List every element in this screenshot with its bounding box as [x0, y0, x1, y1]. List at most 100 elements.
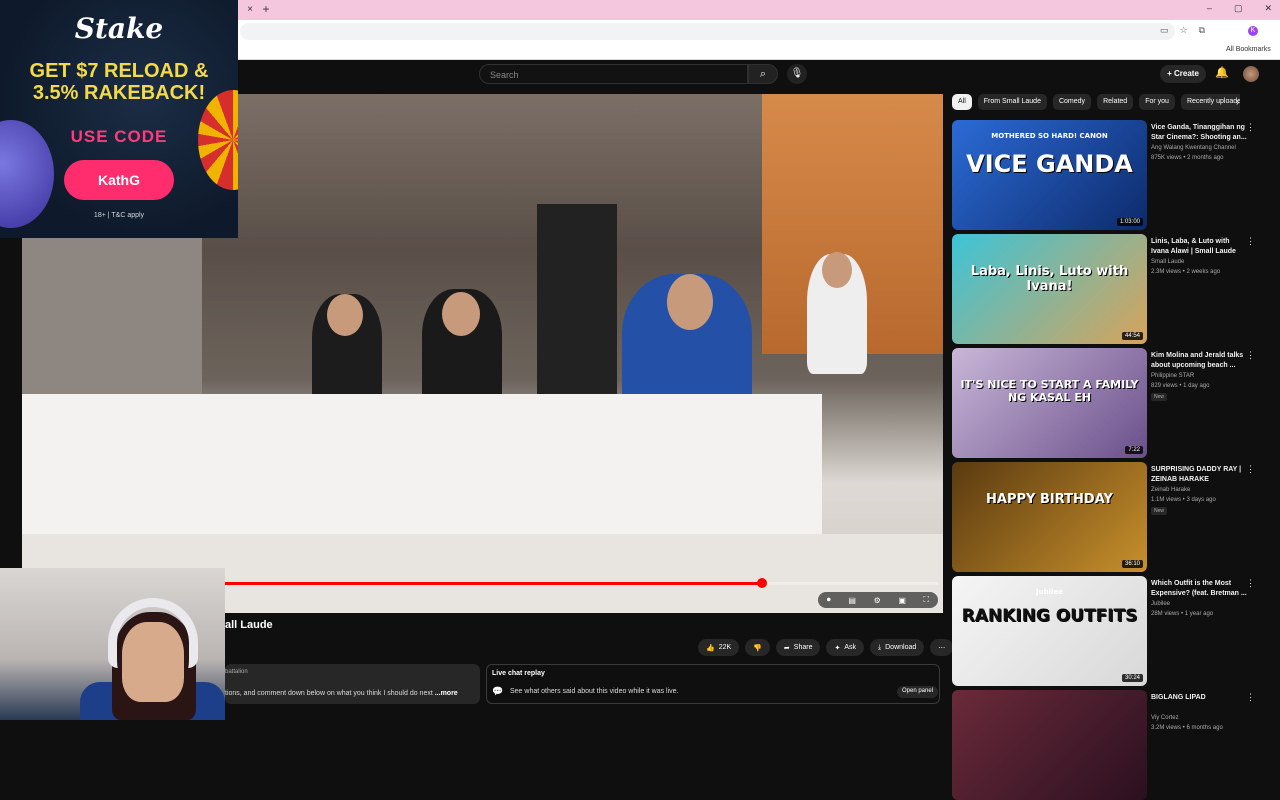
miniplayer-icon[interactable]: ▣: [898, 596, 906, 605]
description-text: tions, and comment down below on what yo…: [225, 690, 458, 697]
recommendation-title[interactable]: Which Outfit is the Most Expensive? (fea…: [1151, 579, 1249, 599]
recommendation-thumbnail[interactable]: HAPPY BIRTHDAY 36:10: [952, 462, 1147, 572]
more-horizontal-icon: ⋯: [938, 644, 946, 652]
ad-code-label: USE CODE: [70, 127, 168, 146]
recommendation-meta: 3.2M views • 6 months ago: [1151, 725, 1223, 731]
ad-headline: GET $7 RELOAD & 3.5% RAKEBACK!: [0, 60, 238, 104]
recommendation-meta: 2.3M views • 2 weeks ago: [1151, 269, 1221, 275]
progress-scrubber[interactable]: [757, 578, 767, 588]
dislike-button[interactable]: 👎: [745, 639, 770, 656]
subtitles-icon[interactable]: ▤: [848, 596, 856, 605]
recommendation-item[interactable]: HAPPY BIRTHDAY 36:10 SURPRISING DADDY RAY …: [952, 462, 1272, 572]
recommendation-title[interactable]: Linis, Laba, & Luto with Ivana Alawi | S…: [1151, 237, 1249, 257]
browser-profile-avatar[interactable]: K: [1248, 26, 1258, 36]
all-bookmarks-link[interactable]: All Bookmarks: [1226, 46, 1271, 53]
recommendation-item[interactable]: Laba, Linis, Luto with Ivana! 44:54 Linis,…: [952, 234, 1272, 344]
recommendation-channel[interactable]: Philippine STAR: [1151, 373, 1194, 379]
video-person-head: [327, 294, 363, 336]
recommendation-thumbnail[interactable]: Laba, Linis, Luto with Ivana! 44:54: [952, 234, 1147, 344]
player-controls: ⏺ ▤ ⚙ ▣ ⛶: [818, 592, 938, 608]
more-vertical-icon[interactable]: ⋮: [1246, 578, 1255, 589]
ask-button[interactable]: ✦ Ask: [826, 639, 865, 656]
filter-chip[interactable]: Comedy: [1052, 94, 1092, 110]
more-vertical-icon[interactable]: ⋮: [1246, 122, 1255, 133]
ad-code-button[interactable]: KathG: [64, 160, 174, 200]
recommendation-thumbnail[interactable]: Jubilee RANKING OUTFITS 30:24: [952, 576, 1147, 686]
video-title: all Laude: [225, 619, 273, 631]
recommendation-channel[interactable]: Small Laude: [1151, 259, 1184, 265]
share-button[interactable]: ➦ Share: [775, 639, 821, 656]
filter-chips: All From Small Laude Comedy Related For you R…: [952, 94, 1240, 110]
recommendation-thumbnail[interactable]: MOTHERED SO HARD! CANON VICE GANDA 1:03:00: [952, 120, 1147, 230]
autoplay-toggle-icon[interactable]: ⏺: [827, 595, 831, 605]
new-badge: New: [1151, 507, 1168, 515]
recommendation-item[interactable]: Jubilee RANKING OUTFITS 30:24 Which Outfit …: [952, 576, 1272, 686]
video-person-head: [442, 292, 480, 336]
filter-chip[interactable]: Recently uploaded: [1180, 94, 1240, 110]
more-vertical-icon[interactable]: ⋮: [1246, 464, 1255, 475]
download-label: Download: [885, 644, 917, 651]
filter-chip[interactable]: For you: [1139, 94, 1175, 110]
download-icon: ⤓: [878, 643, 882, 651]
filter-chip[interactable]: All: [952, 94, 972, 110]
recommendation-title[interactable]: BIGLANG LIPAD: [1151, 693, 1249, 703]
more-vertical-icon[interactable]: ⋮: [1246, 350, 1255, 361]
more-vertical-icon[interactable]: ⋮: [1246, 236, 1255, 247]
recommendation-title[interactable]: SURPRISING DADDY RAY | ZEINAB HARAKE: [1151, 465, 1249, 485]
more-vertical-icon[interactable]: ⋮: [1246, 692, 1255, 703]
search-icon[interactable]: ⌕: [748, 64, 778, 84]
recommendation-meta: 829 views • 1 day ago: [1151, 383, 1210, 389]
close-window-icon[interactable]: ✕: [1264, 3, 1272, 17]
description-more-link[interactable]: ...more: [433, 690, 458, 697]
thumbnail-sub-text: MOTHERED SO HARD! CANON: [991, 132, 1108, 140]
notifications-bell-icon[interactable]: 🔔: [1214, 66, 1230, 82]
recommendation-channel[interactable]: Jubilee: [1151, 601, 1170, 607]
microphone-icon[interactable]: 🎙: [787, 64, 807, 84]
cast-icon[interactable]: ▭: [1160, 25, 1169, 36]
recommendation-channel[interactable]: Viy Cortez: [1151, 715, 1179, 721]
progress-bar-fill: [225, 582, 762, 585]
download-button[interactable]: ⤓ Download: [870, 639, 925, 656]
duration-badge: 30:24: [1121, 674, 1143, 682]
thumbnail-text: VICE GANDA: [966, 150, 1133, 178]
ask-label: Ask: [844, 644, 857, 651]
tab-close-icon[interactable]: ×: [244, 4, 256, 16]
more-actions-button[interactable]: ⋯: [930, 639, 954, 656]
recommendation-thumbnail[interactable]: IT'S NICE TO START A FAMILY NG KASAL EH 7…: [952, 348, 1147, 458]
create-button[interactable]: + Create: [1160, 65, 1206, 83]
recommendation-item[interactable]: MOTHERED SO HARD! CANON VICE GANDA 1:03:00…: [952, 120, 1272, 230]
recommendation-channel[interactable]: Ang Walang Kwentang Channel: [1151, 145, 1236, 151]
recommendation-title[interactable]: Vice Ganda, Tinanggihan ng Star Cinema?:…: [1151, 123, 1249, 143]
create-label: Create: [1174, 69, 1199, 78]
extensions-icon[interactable]: ⧉: [1199, 25, 1205, 36]
account-avatar[interactable]: [1243, 66, 1259, 82]
chevron-right-icon[interactable]: ›: [1236, 97, 1239, 108]
like-button[interactable]: 👍 22K: [698, 639, 740, 656]
ad-headline-1: GET $7 RELOAD &: [29, 60, 209, 82]
star-icon[interactable]: ☆: [1180, 25, 1188, 36]
description-user: battalion: [225, 669, 248, 675]
maximize-icon[interactable]: ▢: [1234, 3, 1243, 17]
description-box[interactable]: [225, 664, 480, 704]
live-chat-title: Live chat replay: [492, 670, 545, 677]
fullscreen-icon[interactable]: ⛶: [924, 595, 930, 605]
recommendation-channel[interactable]: Zeinab Harake: [1151, 487, 1190, 493]
recommendation-title[interactable]: Kim Molina and Jerald talks about upcomi…: [1151, 351, 1249, 371]
thumbnail-sub-text: Jubilee: [1036, 588, 1063, 596]
recommendation-item[interactable]: IT'S NICE TO START A FAMILY NG KASAL EH 7…: [952, 348, 1272, 458]
omnibox[interactable]: [240, 23, 1175, 40]
search-input[interactable]: Search: [479, 64, 748, 84]
filter-chip[interactable]: Related: [1097, 94, 1134, 110]
sparkle-icon: ✦: [834, 644, 841, 652]
new-tab-icon[interactable]: +: [260, 3, 272, 15]
settings-gear-icon[interactable]: ⚙: [874, 596, 881, 605]
window-controls: – ▢ ✕: [1207, 3, 1272, 17]
stake-ad-overlay[interactable]: Stake GET $7 RELOAD & 3.5% RAKEBACK! USE …: [0, 0, 238, 238]
recommendation-thumbnail[interactable]: [952, 690, 1147, 800]
recommendation-item[interactable]: BIGLANG LIPAD Viy Cortez 3.2M views • 6 mo…: [952, 690, 1272, 800]
minimize-icon[interactable]: –: [1207, 3, 1212, 17]
video-table: [22, 394, 822, 554]
filter-chip[interactable]: From Small Laude: [977, 94, 1047, 110]
open-panel-button[interactable]: Open panel: [897, 686, 939, 698]
chat-bubble-icon: 💬: [492, 686, 504, 696]
